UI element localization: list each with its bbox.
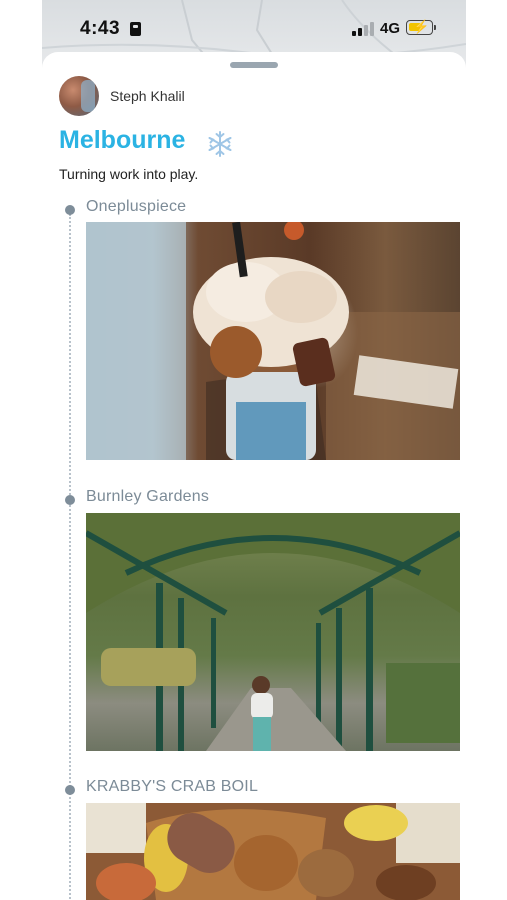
author-avatar[interactable] (59, 76, 99, 116)
charging-bolt-icon: ⚡ (413, 19, 430, 34)
milkshake-photo[interactable] (86, 222, 460, 460)
trip-subtitle: Turning work into play. (59, 166, 199, 182)
id-card-icon (130, 22, 141, 36)
trip-title: Melbourne (59, 126, 186, 154)
timeline-line (69, 214, 71, 900)
phone-screen: 4:43 4G ⚡ Steph Khalil Melbourne Turning… (42, 0, 466, 900)
crab-boil-photo-art (86, 803, 460, 900)
crab-boil-photo[interactable] (86, 803, 460, 900)
sheet-drag-handle[interactable] (230, 62, 278, 68)
stop-name[interactable]: Oneplusp﻿iece (86, 198, 186, 216)
stop-name[interactable]: Burnley Gardens (86, 488, 209, 506)
signal-strength-icon (352, 22, 374, 36)
milkshake-photo-art (86, 222, 460, 460)
trip-bottom-sheet: Steph Khalil Melbourne Turning work into… (42, 52, 466, 900)
status-bar: 4:43 4G ⚡ (42, 0, 466, 58)
snowflake-icon (208, 131, 232, 157)
timeline-dot (65, 495, 75, 505)
status-time: 4:43 (80, 18, 121, 39)
garden-walkway-photo[interactable] (86, 513, 460, 751)
battery-tip (434, 25, 436, 30)
timeline-dot (65, 205, 75, 215)
stop-name[interactable]: KRABBY'S CRAB BOIL (86, 778, 258, 796)
author-name[interactable]: Steph Khalil (110, 88, 185, 104)
garden-walkway-photo-art (86, 513, 460, 751)
timeline-dot (65, 785, 75, 795)
battery-icon: ⚡ (406, 19, 433, 35)
network-type: 4G (380, 20, 401, 37)
